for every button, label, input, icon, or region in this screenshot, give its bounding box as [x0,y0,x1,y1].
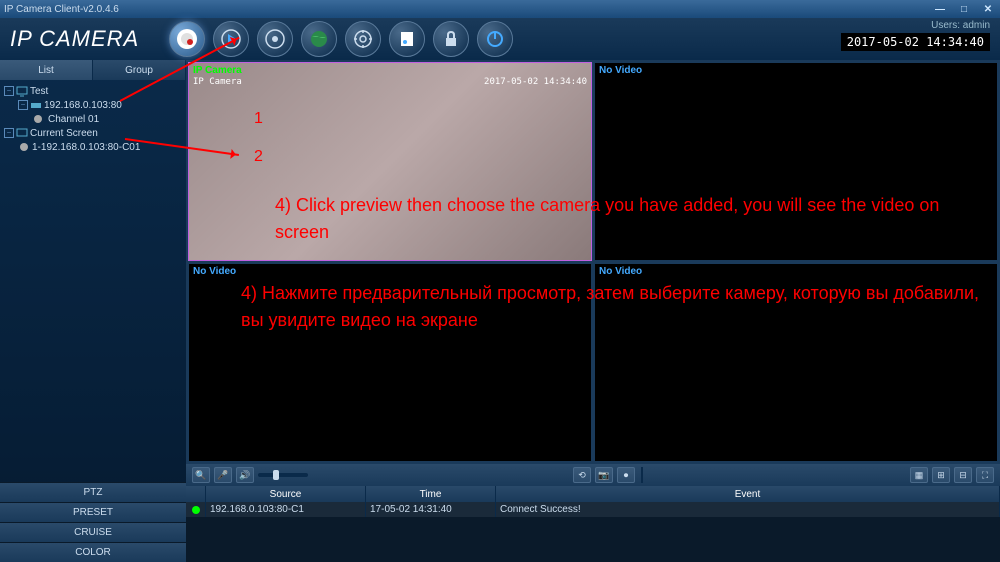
event-log-header: Source Time Event [186,486,1000,502]
prev-button[interactable]: ⟲ [573,467,591,483]
main-toolbar [169,21,513,57]
video-label: IP Camera [193,65,242,76]
volume-slider[interactable] [258,473,308,477]
play-icon [221,29,241,49]
event-col-indicator [186,486,206,502]
tree-label: 1-192.168.0.103:80-C01 [32,142,140,153]
video-label: No Video [599,266,642,277]
tree-node-stream[interactable]: 1-192.168.0.103:80-C01 [4,140,182,154]
maximize-button[interactable]: □ [956,3,972,15]
camera-icon [18,141,30,153]
layout-9-button[interactable]: ⊟ [954,467,972,483]
window-title: IP Camera Client-v2.0.4.6 [4,4,119,15]
power-icon [486,30,504,48]
tree-label-selected: Channel 01 [46,114,101,125]
eye-camera-icon [175,27,199,51]
tree-label: Test [30,86,48,97]
event-row[interactable]: 192.168.0.103:80-C1 17-05-02 14:31:40 Co… [186,502,1000,517]
event-source: 192.168.0.103:80-C1 [206,502,366,517]
video-toolbar: 🔍 🎤 🔊 ⟲ 📷 ⏺ ▦ ⊞ ⊟ ⛶ [186,464,1000,486]
event-col-event: Event [496,486,1000,502]
lock-icon [442,30,460,48]
sidebar: List Group − Test − 192.168.0.103:80 Cha… [0,60,186,562]
color-button[interactable]: COLOR [0,542,186,562]
disc-icon [265,29,285,49]
remote-button[interactable] [301,21,337,57]
video-cell-4[interactable]: No Video [594,263,998,462]
event-time: 17-05-02 14:31:40 [366,502,496,517]
video-feed: IP Camera IP Camera 2017-05-02 14:34:40 [189,63,591,260]
event-col-source: Source [206,486,366,502]
talk-button[interactable]: 🎤 [214,467,232,483]
lock-button[interactable] [433,21,469,57]
globe-icon [309,29,329,49]
tree-node-device[interactable]: − 192.168.0.103:80 [4,98,182,112]
video-label: No Video [599,65,642,76]
video-grid: IP Camera IP Camera 2017-05-02 14:34:40 … [186,60,1000,464]
record-toggle-button[interactable]: ⏺ [617,467,635,483]
preview-button[interactable] [169,21,205,57]
collapse-icon[interactable]: − [4,128,14,138]
event-log-area [186,517,1000,562]
status-dot-icon [192,506,200,514]
video-label: No Video [193,266,236,277]
settings-button[interactable] [345,21,381,57]
close-button[interactable]: ✕ [980,3,996,15]
power-button[interactable] [477,21,513,57]
log-button[interactable] [389,21,425,57]
document-icon [398,30,416,48]
tab-list[interactable]: List [0,60,93,80]
preset-button[interactable]: PRESET [0,502,186,522]
app-logo: IP CAMERA [10,26,139,52]
monitor-icon [16,85,28,97]
video-cell-2[interactable]: No Video [594,62,998,261]
tree-node-test[interactable]: − Test [4,84,182,98]
ptz-button[interactable]: PTZ [0,482,186,502]
zoom-button[interactable]: 🔍 [192,467,210,483]
device-icon [30,99,42,111]
clock-display: 2017-05-02 14:34:40 [841,33,990,51]
layout-1-button[interactable]: ▦ [910,467,928,483]
device-tree: − Test − 192.168.0.103:80 Channel 01 − C… [0,80,186,482]
snapshot-button[interactable]: 📷 [595,467,613,483]
minimize-button[interactable]: — [932,3,948,15]
camera-icon [32,113,44,125]
feed-timestamp: 2017-05-02 14:34:40 [484,77,587,87]
feed-camera-name: IP Camera [193,77,242,87]
tree-label: 192.168.0.103:80 [44,100,122,111]
tree-label: Current Screen [30,128,98,139]
event-col-time: Time [366,486,496,502]
record-button[interactable] [257,21,293,57]
cruise-button[interactable]: CRUISE [0,522,186,542]
users-label: Users: admin [841,20,990,31]
app-header: IP CAMERA Users: admin 2017-05-02 14:34:… [0,18,1000,60]
collapse-icon[interactable]: − [4,86,14,96]
gear-icon [353,29,373,49]
volume-button[interactable]: 🔊 [236,467,254,483]
collapse-icon[interactable]: − [18,100,28,110]
tree-node-channel[interactable]: Channel 01 [4,112,182,126]
fullscreen-button[interactable]: ⛶ [976,467,994,483]
video-cell-3[interactable]: No Video [188,263,592,462]
layout-4-button[interactable]: ⊞ [932,467,950,483]
tab-group[interactable]: Group [93,60,186,80]
event-message: Connect Success! [496,502,1000,517]
monitor-icon [16,127,28,139]
playback-button[interactable] [213,21,249,57]
video-cell-1[interactable]: IP Camera IP Camera 2017-05-02 14:34:40 [188,62,592,261]
tree-node-current-screen[interactable]: − Current Screen [4,126,182,140]
content-area: IP Camera IP Camera 2017-05-02 14:34:40 … [186,60,1000,562]
window-titlebar: IP Camera Client-v2.0.4.6 — □ ✕ [0,0,1000,18]
